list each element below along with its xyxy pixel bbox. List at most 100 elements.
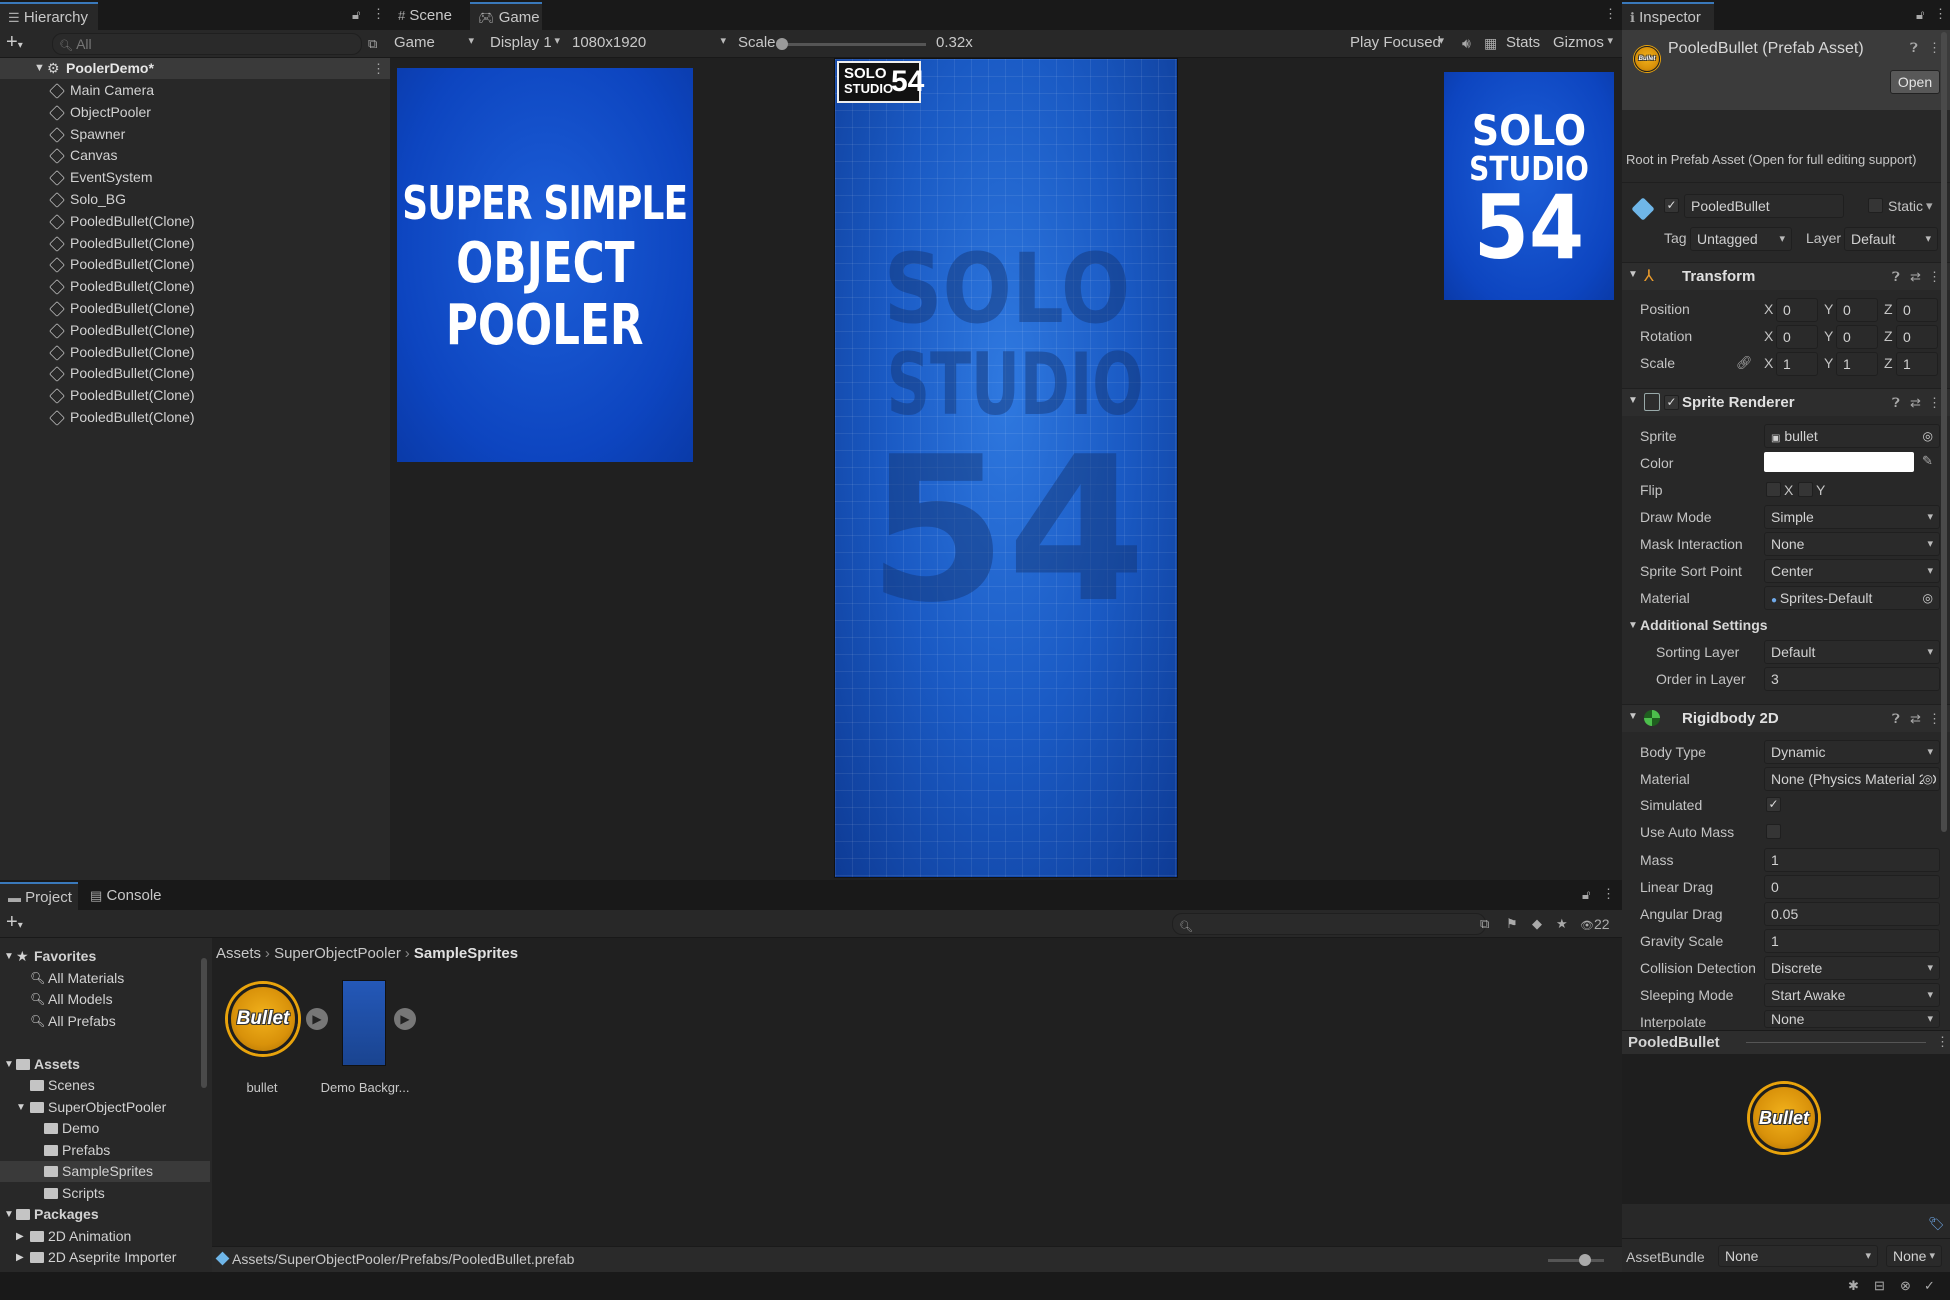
order-in-layer-field[interactable]: 3 bbox=[1764, 667, 1940, 691]
rotation-x-field[interactable]: 0 bbox=[1776, 325, 1818, 349]
sleeping-mode-dropdown[interactable]: Start Awake bbox=[1764, 983, 1940, 1007]
layout-grid-icon[interactable]: ▦ bbox=[1484, 35, 1497, 52]
display-dropdown[interactable]: Display 1 bbox=[490, 34, 566, 51]
inspector-scrollbar[interactable] bbox=[1940, 30, 1948, 1020]
sprite-field[interactable]: ▣ bullet ◎ bbox=[1764, 424, 1940, 448]
hierarchy-item[interactable]: Solo_BG bbox=[0, 189, 390, 210]
status-check-icon[interactable]: ✓ bbox=[1924, 1278, 1935, 1294]
expand-play-icon[interactable]: ▶ bbox=[394, 1008, 416, 1030]
favorite-star-icon[interactable]: ★ bbox=[1556, 916, 1568, 932]
preview-menu-icon[interactable]: ⋮ bbox=[1936, 1034, 1949, 1050]
tree-samplesprites[interactable]: SampleSprites bbox=[0, 1161, 210, 1182]
tree-all-models[interactable]: 🔍︎ All Models bbox=[0, 989, 210, 1010]
collapse-arrow-icon[interactable]: ▼ bbox=[1628, 711, 1638, 722]
scrollbar-thumb[interactable] bbox=[1941, 32, 1947, 832]
project-menu-icon[interactable]: ⋮ bbox=[1602, 886, 1615, 902]
tab-inspector[interactable]: ℹ Inspector bbox=[1622, 2, 1714, 30]
hierarchy-item[interactable]: PooledBullet(Clone) bbox=[0, 233, 390, 254]
static-dropdown-icon[interactable]: ▾ bbox=[1926, 198, 1933, 214]
sprite-help-icon[interactable]: ❓︎ bbox=[1892, 395, 1900, 411]
tag-dropdown[interactable]: Untagged bbox=[1690, 227, 1792, 251]
color-swatch[interactable] bbox=[1764, 452, 1914, 472]
expand-arrow-icon[interactable]: ▼ bbox=[34, 58, 45, 79]
rotation-y-field[interactable]: 0 bbox=[1836, 325, 1878, 349]
expand-arrow-icon[interactable]: ▼ bbox=[4, 946, 14, 967]
use-auto-mass-checkbox[interactable] bbox=[1766, 824, 1781, 839]
tree-2d-animation[interactable]: ▶ 2D Animation bbox=[0, 1226, 210, 1247]
search-by-type-icon[interactable]: ⧉ bbox=[1480, 916, 1489, 932]
object-name-field[interactable]: PooledBullet bbox=[1684, 194, 1844, 218]
angular-drag-field[interactable]: 0.05 bbox=[1764, 902, 1940, 926]
tree-prefabs[interactable]: Prefabs bbox=[0, 1140, 210, 1161]
tree-scrollbar[interactable] bbox=[200, 940, 208, 1260]
collapsed-arrow-icon[interactable]: ▶ bbox=[16, 1247, 24, 1268]
collapsed-arrow-icon[interactable]: ▶ bbox=[16, 1226, 24, 1247]
assetbundle-dropdown[interactable]: None bbox=[1718, 1245, 1878, 1267]
object-picker-icon[interactable]: ◎ bbox=[1923, 587, 1933, 609]
search-by-label-icon[interactable]: ⚑ bbox=[1506, 916, 1518, 932]
hierarchy-search-input[interactable]: 🔍︎ All bbox=[52, 33, 362, 55]
tree-all-materials[interactable]: 🔍︎ All Materials bbox=[0, 968, 210, 989]
additional-settings-label[interactable]: Additional Settings bbox=[1640, 617, 1768, 633]
tree-favorites[interactable]: ▼ ★ Favorites bbox=[0, 946, 210, 967]
resolution-dropdown[interactable]: 1080x1920 bbox=[572, 34, 732, 51]
collapse-arrow-icon[interactable]: ▼ bbox=[1628, 269, 1638, 280]
sprite-renderer-header[interactable]: ▼ ✓ Sprite Renderer ❓︎ ⇄ ⋮ bbox=[1622, 388, 1950, 416]
transform-help-icon[interactable]: ❓︎ bbox=[1892, 269, 1900, 285]
stats-button[interactable]: Stats bbox=[1506, 34, 1540, 51]
breadcrumb-samplesprites[interactable]: SampleSprites bbox=[414, 945, 518, 962]
hierarchy-item[interactable]: PooledBullet(Clone) bbox=[0, 407, 390, 428]
physics-material-field[interactable]: None (Physics Material 2D ◎ bbox=[1764, 767, 1940, 791]
hierarchy-item[interactable]: Canvas bbox=[0, 145, 390, 166]
hierarchy-item[interactable]: Main Camera bbox=[0, 80, 390, 101]
material-field[interactable]: ● Sprites-Default ◎ bbox=[1764, 586, 1940, 610]
scale-slider[interactable] bbox=[776, 38, 926, 50]
asset-bullet[interactable]: Bullet ▶ bullet bbox=[222, 978, 328, 1108]
tree-2d-aseprite[interactable]: ▶ 2D Aseprite Importer bbox=[0, 1247, 210, 1268]
body-type-dropdown[interactable]: Dynamic bbox=[1764, 740, 1940, 764]
cache-icon[interactable]: ⊟ bbox=[1874, 1278, 1885, 1294]
constrain-proportions-icon[interactable]: 🔗︎ bbox=[1736, 355, 1753, 371]
sprite-sort-point-dropdown[interactable]: Center bbox=[1764, 559, 1940, 583]
scale-slider-thumb[interactable] bbox=[776, 38, 788, 50]
project-add-icon[interactable]: +▾ bbox=[6, 911, 23, 934]
position-z-field[interactable]: 0 bbox=[1896, 298, 1938, 322]
network-icon[interactable]: ⊗ bbox=[1900, 1278, 1911, 1294]
sprite-renderer-enabled-checkbox[interactable]: ✓ bbox=[1664, 395, 1679, 410]
save-search-icon[interactable]: ◆ bbox=[1532, 916, 1542, 932]
hierarchy-item[interactable]: EventSystem bbox=[0, 167, 390, 188]
audio-icon[interactable]: 🔊︎ bbox=[1462, 35, 1471, 52]
scale-x-field[interactable]: 1 bbox=[1776, 352, 1818, 376]
game-menu-icon[interactable]: ⋮ bbox=[1604, 6, 1617, 22]
gravity-scale-field[interactable]: 1 bbox=[1764, 929, 1940, 953]
eyedropper-icon[interactable]: ✎ bbox=[1922, 453, 1933, 469]
interpolate-dropdown[interactable]: None bbox=[1764, 1010, 1940, 1028]
tree-packages[interactable]: ▼ Packages bbox=[0, 1204, 210, 1225]
expand-play-icon[interactable]: ▶ bbox=[306, 1008, 328, 1030]
scale-z-field[interactable]: 1 bbox=[1896, 352, 1938, 376]
game-screen[interactable]: SOLO STUDIO 54 SOLO STUDIO 54 bbox=[834, 58, 1178, 878]
scene-root-row[interactable]: ▼ ⚙ PoolerDemo* ⋮ bbox=[0, 58, 390, 79]
tree-scenes[interactable]: Scenes bbox=[0, 1075, 210, 1096]
layer-dropdown[interactable]: Default bbox=[1844, 227, 1938, 251]
tab-scene[interactable]: # Scene bbox=[390, 2, 468, 30]
simulated-checkbox[interactable]: ✓ bbox=[1766, 797, 1781, 812]
tree-superobjectpooler[interactable]: ▼ SuperObjectPooler bbox=[0, 1097, 210, 1118]
sorting-layer-dropdown[interactable]: Default bbox=[1764, 640, 1940, 664]
add-icon[interactable]: +▾ bbox=[6, 31, 23, 54]
additional-arrow-icon[interactable]: ▼ bbox=[1628, 620, 1638, 631]
thumbnail-size-slider[interactable] bbox=[1548, 1254, 1604, 1266]
hierarchy-item[interactable]: PooledBullet(Clone) bbox=[0, 320, 390, 341]
inspector-lock-icon[interactable]: 🔓︎ bbox=[1916, 7, 1924, 23]
rigidbody-settings-icon[interactable]: ⇄ bbox=[1910, 711, 1921, 727]
tree-assets[interactable]: ▼ Assets bbox=[0, 1054, 210, 1075]
tab-hierarchy[interactable]: ☰ Hierarchy bbox=[0, 2, 98, 30]
project-search-input[interactable]: 🔍︎ bbox=[1172, 913, 1486, 935]
expand-arrow-icon[interactable]: ▼ bbox=[4, 1204, 14, 1225]
position-y-field[interactable]: 0 bbox=[1836, 298, 1878, 322]
asset-demo-background[interactable]: ▶ Demo Backgr... bbox=[321, 978, 426, 1108]
hierarchy-item[interactable]: ObjectPooler bbox=[0, 102, 390, 123]
tab-console[interactable]: ▤ Console bbox=[82, 882, 172, 910]
rotation-z-field[interactable]: 0 bbox=[1896, 325, 1938, 349]
transform-header[interactable]: ▼ ⅄ Transform ❓︎ ⇄ ⋮ bbox=[1622, 262, 1950, 290]
